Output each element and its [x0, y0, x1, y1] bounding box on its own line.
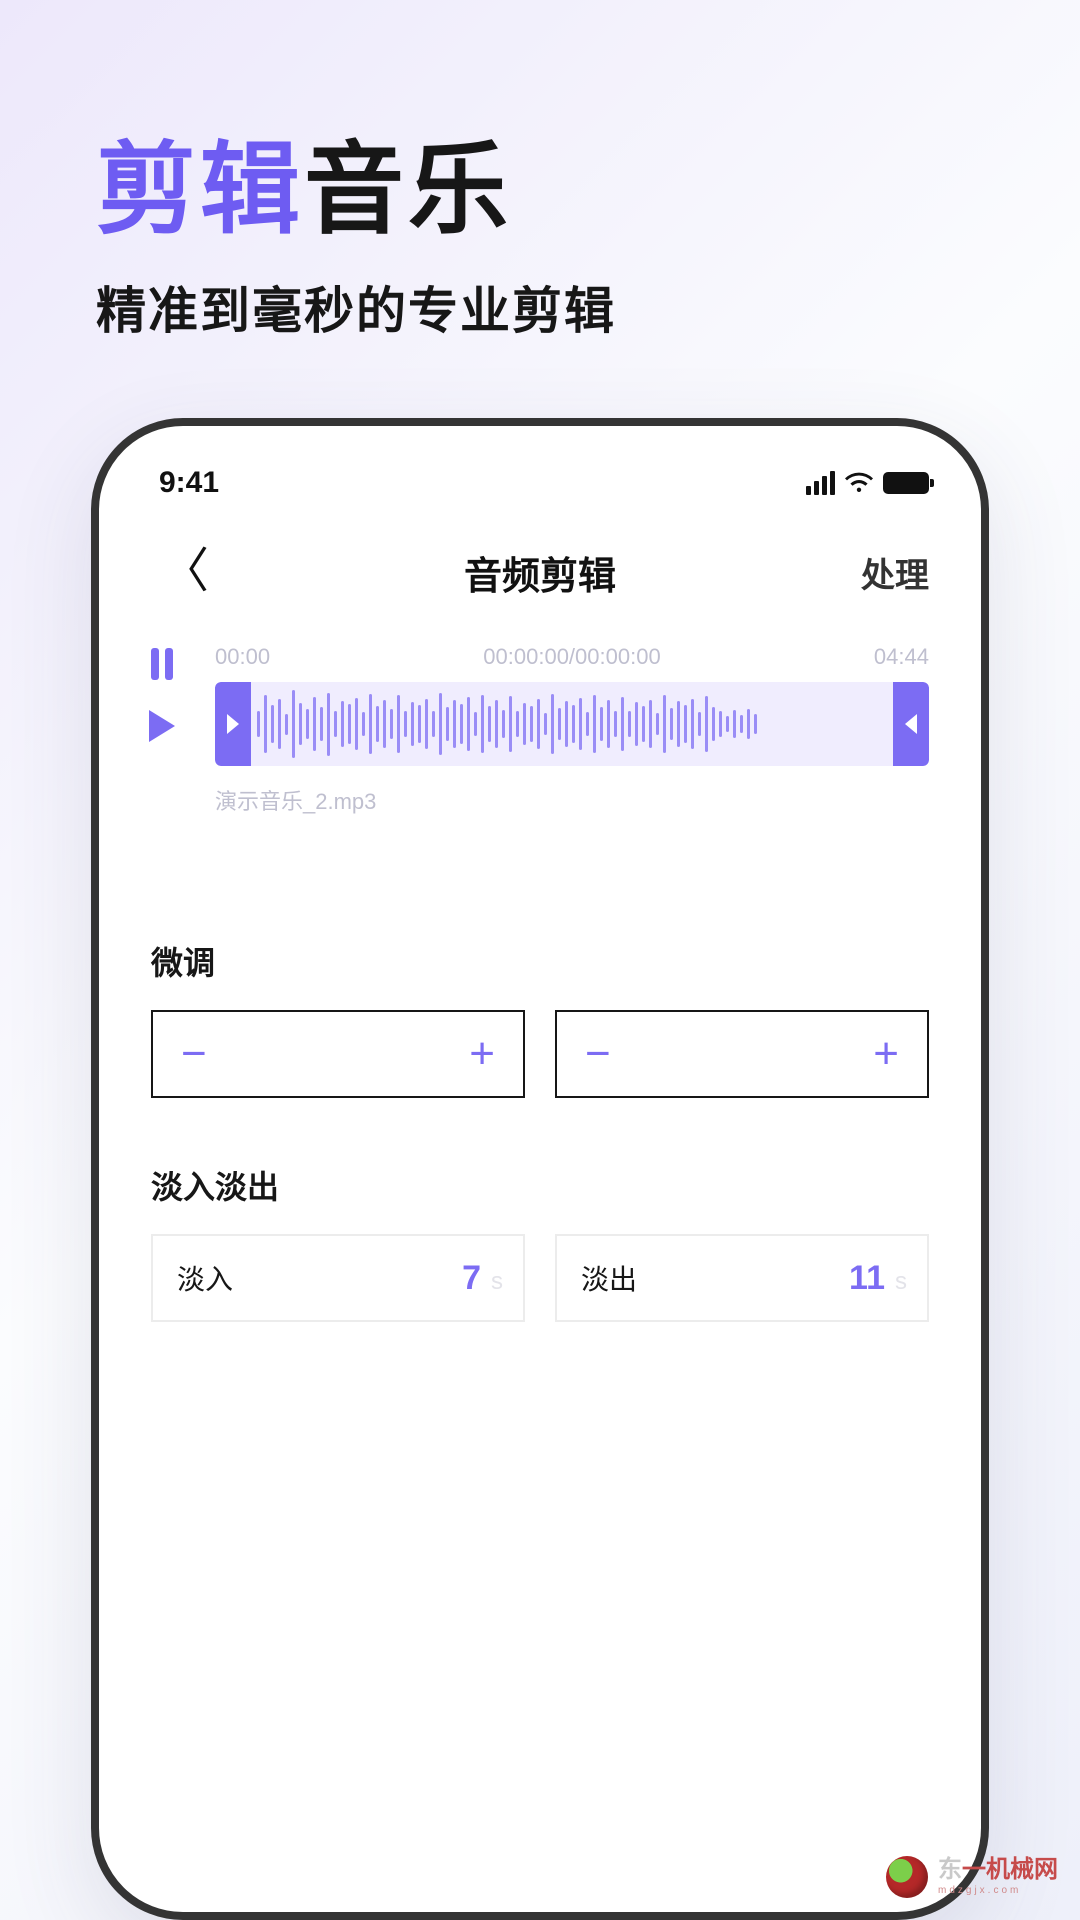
fade-in-unit: s [491, 1268, 503, 1296]
page-title: 音频剪辑 [464, 545, 616, 600]
wifi-icon [845, 472, 873, 494]
fine-tune-title: 微调 [151, 938, 929, 984]
promo-subtitle: 精准到毫秒的专业剪辑 [96, 271, 616, 343]
time-start: 00:00 [215, 644, 270, 670]
track-area: 00:00 00:00:00/00:00:00 04:44 演示音乐_2.mp3 [215, 644, 929, 816]
status-icons [806, 471, 929, 495]
plus-button[interactable]: + [469, 1032, 495, 1076]
status-bar: 9:41 [99, 426, 981, 506]
status-time: 9:41 [159, 466, 219, 500]
battery-icon [883, 472, 929, 494]
time-center: 00:00:00/00:00:00 [483, 644, 660, 670]
trim-handle-left[interactable] [215, 682, 251, 766]
watermark-en: mdzgjx.com [938, 1886, 1058, 1896]
process-button[interactable]: 处理 [861, 548, 929, 597]
minus-button[interactable]: − [181, 1032, 207, 1076]
trim-handle-right[interactable] [893, 682, 929, 766]
time-row: 00:00 00:00:00/00:00:00 04:44 [215, 644, 929, 670]
audio-editor: 00:00 00:00:00/00:00:00 04:44 演示音乐_2.mp3 [99, 610, 981, 816]
fine-tune-section: 微调 − + − + [99, 938, 981, 1098]
file-name: 演示音乐_2.mp3 [215, 784, 929, 816]
promo-title: 剪辑音乐 [96, 138, 616, 243]
waveform-body[interactable] [251, 682, 893, 766]
fade-out-box[interactable]: 淡出 11 s [555, 1234, 929, 1322]
fade-out-unit: s [895, 1268, 907, 1296]
waveform[interactable] [215, 682, 929, 766]
fine-tune-stepper-right: − + [555, 1010, 929, 1098]
watermark-cn: 东一机械网 [938, 1858, 1058, 1882]
fade-in-value: 7 [462, 1259, 481, 1298]
play-button[interactable] [149, 710, 175, 742]
fade-title: 淡入淡出 [151, 1162, 929, 1208]
fine-tune-stepper-left: − + [151, 1010, 525, 1098]
time-end: 04:44 [874, 644, 929, 670]
fade-in-label: 淡入 [177, 1258, 233, 1298]
cellular-icon [806, 471, 835, 495]
playback-controls [139, 644, 185, 742]
back-button[interactable]: 〈 [151, 544, 219, 600]
pause-button[interactable] [151, 648, 173, 680]
promo-title-accent: 剪辑 [96, 134, 304, 246]
watermark-logo-icon [886, 1856, 928, 1898]
promo-title-rest: 音乐 [304, 134, 512, 246]
fade-out-label: 淡出 [581, 1258, 637, 1298]
plus-button[interactable]: + [873, 1032, 899, 1076]
watermark: 东一机械网 mdzgjx.com [886, 1856, 1058, 1898]
navbar: 〈 音频剪辑 处理 [99, 506, 981, 610]
phone-mockup: 9:41 〈 音频剪辑 处理 00:00 00:00:00/00:00:00 0… [91, 418, 989, 1920]
fade-section: 淡入淡出 淡入 7 s 淡出 11 s [99, 1162, 981, 1322]
fade-out-value: 11 [849, 1259, 885, 1298]
fade-in-box[interactable]: 淡入 7 s [151, 1234, 525, 1322]
minus-button[interactable]: − [585, 1032, 611, 1076]
promo-header: 剪辑音乐 精准到毫秒的专业剪辑 [96, 138, 616, 343]
